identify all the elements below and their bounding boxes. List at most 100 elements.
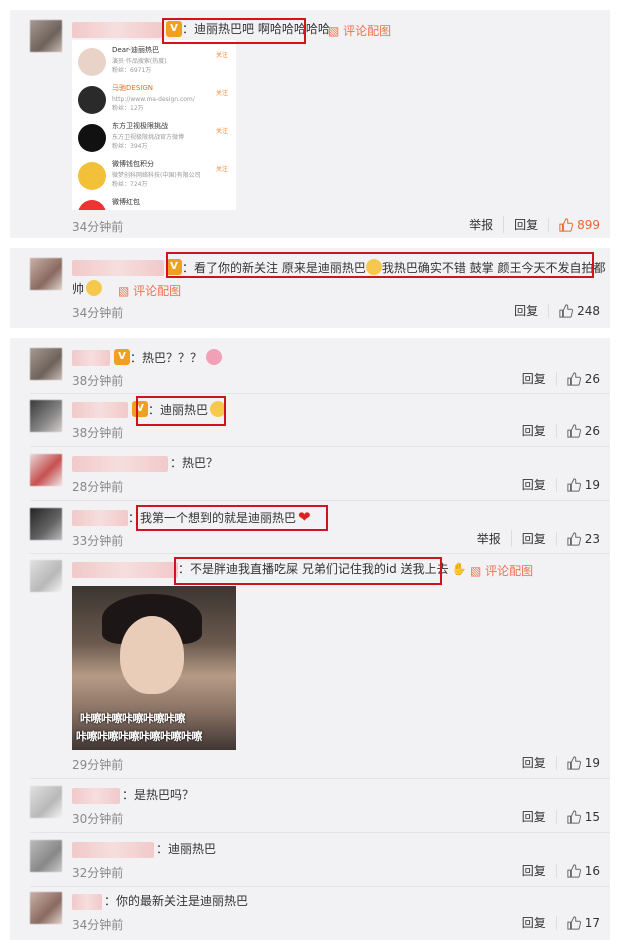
username-blurred[interactable]	[72, 788, 120, 804]
username-blurred[interactable]	[72, 894, 102, 910]
thumb-up-icon	[567, 809, 581, 824]
comment-picture-link[interactable]: ▧ 评论配图	[470, 562, 533, 579]
divider	[30, 446, 610, 447]
divider	[30, 500, 610, 501]
report-button[interactable]: 举报	[459, 216, 503, 233]
reply-button[interactable]: 回复	[512, 808, 556, 825]
highlight-box	[174, 557, 442, 585]
avatar[interactable]	[30, 348, 62, 380]
reply-text: ：你的最新关注是迪丽热巴	[104, 894, 249, 908]
avatar[interactable]	[30, 258, 62, 290]
like-button[interactable]: 899	[548, 217, 610, 232]
reply-actions: 回复 19	[512, 476, 610, 493]
thumb-up-icon	[567, 371, 581, 386]
reply-time: 34分钟前	[72, 918, 124, 932]
like-button[interactable]: 26	[555, 423, 610, 438]
follow-item: 微博钱包积分 微梦创科网络科技(中国)有限公司 粉丝：724万 关注	[78, 160, 230, 198]
reply-button[interactable]: 回复	[510, 530, 556, 547]
reply-actions: 回复 16	[512, 862, 610, 879]
username-blurred[interactable]	[72, 402, 128, 418]
reply-text: ：热巴？	[170, 456, 219, 470]
comment-actions: 举报 回复 899	[459, 216, 610, 233]
like-button[interactable]: 19	[555, 755, 610, 770]
like-button[interactable]: 19	[555, 477, 610, 492]
follow-button: 关注	[215, 128, 228, 135]
avatar[interactable]	[30, 454, 62, 486]
comment-picture-link[interactable]: ▧ 评论配图	[328, 22, 391, 39]
pig-emoji-icon	[206, 349, 223, 365]
username-blurred[interactable]	[72, 510, 128, 526]
avatar[interactable]	[30, 892, 62, 924]
username-blurred[interactable]	[72, 562, 178, 578]
thumb-up-icon	[567, 477, 581, 492]
username-blurred[interactable]	[72, 260, 164, 276]
clap-emoji-icon: ✋	[451, 562, 467, 576]
reply-time: 38分钟前	[72, 426, 124, 440]
like-button[interactable]: 15	[555, 809, 610, 824]
avatar	[78, 48, 106, 76]
follow-button: 关注	[215, 166, 228, 173]
reply-button[interactable]: 回复	[503, 216, 548, 233]
reply-button[interactable]: 回复	[512, 754, 556, 771]
reply-time: 30分钟前	[72, 812, 124, 826]
avatar	[78, 162, 106, 190]
reply-time: 33分钟前	[72, 534, 124, 548]
comment-text-continued: 帅	[72, 280, 103, 298]
reply-time: 29分钟前	[72, 758, 124, 772]
reply-time: 32分钟前	[72, 866, 124, 880]
like-button[interactable]: 23	[555, 531, 610, 546]
reply-actions: 回复 19	[512, 754, 610, 771]
avatar[interactable]	[30, 400, 62, 432]
attached-image[interactable]: 咔嚓咔嚓咔嚓咔嚓咔嚓 咔嚓咔嚓咔嚓咔嚓咔嚓咔嚓	[72, 586, 236, 750]
thumb-up-icon	[559, 217, 574, 232]
comment-card-1: V ：迪丽热巴吧 啊哈哈哈哈哈 ▧ 评论配图 Dear-迪丽热巴 演员·作品搜索…	[10, 10, 610, 238]
reply-text: ：热巴？？？	[130, 349, 223, 367]
divider	[30, 553, 610, 554]
like-button[interactable]: 248	[548, 303, 610, 318]
divider	[30, 832, 610, 833]
reply-button[interactable]: 回复	[512, 476, 556, 493]
follow-item: Dear-迪丽热巴 演员·作品搜索(热度) 粉丝：6971万 关注	[78, 46, 230, 84]
reply-list-card: V ：热巴？？？ 38分钟前 回复 26 V ：迪丽热巴 38分钟前 回复 26…	[10, 338, 610, 940]
thumb-up-icon	[567, 423, 581, 438]
divider	[30, 393, 610, 394]
like-button[interactable]: 26	[555, 371, 610, 386]
reply-button[interactable]: 回复	[512, 422, 556, 439]
username-blurred[interactable]	[72, 456, 168, 472]
avatar[interactable]	[30, 20, 62, 52]
follow-item: 微博红包	[78, 198, 230, 210]
divider	[30, 778, 610, 779]
reply-button[interactable]: 回复	[512, 370, 556, 387]
reply-button[interactable]: 回复	[512, 862, 556, 879]
report-button[interactable]: 举报	[467, 530, 511, 547]
thumb-up-icon	[559, 303, 574, 318]
reply-text: ：迪丽热巴	[156, 842, 217, 856]
avatar	[78, 200, 106, 210]
attached-screenshot[interactable]: Dear-迪丽热巴 演员·作品搜索(热度) 粉丝：6971万 关注 马驰DESI…	[72, 40, 236, 210]
highlight-box	[162, 18, 306, 44]
thumb-up-icon	[567, 755, 581, 770]
image-icon: ▧	[470, 564, 482, 578]
avatar	[78, 124, 106, 152]
comment-picture-link[interactable]: ▧ 评论配图	[118, 282, 181, 299]
username-blurred[interactable]	[72, 350, 110, 366]
like-button[interactable]: 17	[555, 915, 610, 930]
avatar[interactable]	[30, 508, 62, 540]
image-icon: ▧	[118, 284, 130, 298]
like-button[interactable]: 16	[555, 863, 610, 878]
comment-actions: 回复 248	[504, 302, 610, 319]
follow-item: 东方卫视极限挑战 东方卫视极限挑战官方微博 粉丝：394万 关注	[78, 122, 230, 160]
username-blurred[interactable]	[72, 842, 154, 858]
avatar[interactable]	[30, 840, 62, 872]
reply-button[interactable]: 回复	[512, 914, 556, 931]
avatar[interactable]	[30, 786, 62, 818]
highlight-box	[166, 252, 594, 278]
reply-actions: 回复 17	[512, 914, 610, 931]
follow-button: 关注	[215, 90, 228, 97]
avatar[interactable]	[30, 560, 62, 592]
reply-actions: 回复 26	[512, 422, 610, 439]
username-blurred[interactable]	[72, 22, 162, 38]
vip-badge-icon: V	[114, 349, 130, 365]
reply-actions: 回复 15	[512, 808, 610, 825]
reply-button[interactable]: 回复	[504, 302, 548, 319]
